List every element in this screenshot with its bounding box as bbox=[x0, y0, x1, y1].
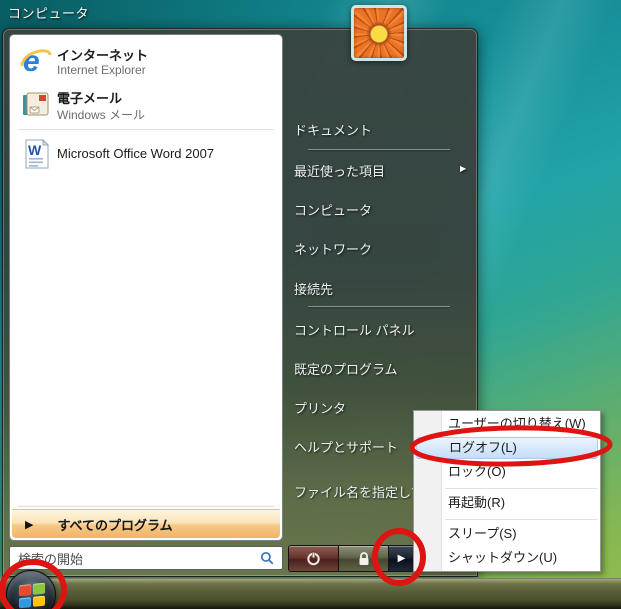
internet-explorer-icon: e bbox=[20, 44, 52, 76]
pinned-item-internet[interactable]: e インターネット Internet Explorer bbox=[10, 39, 282, 83]
expand-power-options-arrow-button[interactable]: ▶ bbox=[389, 545, 415, 572]
lock-button[interactable] bbox=[339, 545, 389, 572]
recent-item-word-2007[interactable]: W Microsoft Office Word 2007 bbox=[10, 135, 282, 175]
menu-item-label: シャットダウン(U) bbox=[448, 550, 557, 565]
start-menu-panel: e インターネット Internet Explorer 電子メール Window… bbox=[2, 28, 478, 577]
power-button[interactable] bbox=[288, 545, 339, 572]
menu-item-restart[interactable]: 再起動(R) bbox=[414, 492, 600, 514]
svg-text:e: e bbox=[23, 45, 40, 76]
all-programs-button[interactable]: ▶ すべてのプログラム bbox=[12, 509, 280, 538]
item-label: プリンタ bbox=[294, 401, 346, 416]
menu-item-label: ユーザーの切り替え(W) bbox=[448, 416, 586, 431]
start-menu-left-panel: e インターネット Internet Explorer 電子メール Window… bbox=[9, 34, 283, 541]
pinned-item-subtitle: Internet Explorer bbox=[57, 63, 146, 77]
pinned-item-title: インターネット bbox=[57, 45, 148, 64]
menu-item-log-off[interactable]: ログオフ(L) bbox=[416, 437, 598, 459]
windows-mail-icon bbox=[20, 87, 52, 119]
all-programs-arrow-icon: ▶ bbox=[25, 518, 33, 531]
left-panel-separator bbox=[18, 129, 274, 130]
pinned-item-subtitle: Windows メール bbox=[57, 106, 145, 123]
startmenu-item-computer[interactable]: コンピュータ bbox=[294, 200, 466, 218]
power-icon bbox=[305, 550, 322, 567]
pinned-item-email[interactable]: 電子メール Windows メール bbox=[10, 82, 282, 126]
item-label: ヘルプとサポート bbox=[294, 440, 398, 455]
item-label: ドキュメント bbox=[294, 123, 372, 138]
right-column-separator bbox=[308, 149, 450, 150]
item-label: 既定のプログラム bbox=[294, 362, 398, 377]
startmenu-item-default-programs[interactable]: 既定のプログラム bbox=[294, 359, 466, 377]
startmenu-item-recent-items[interactable]: 最近使った項目 ▶ bbox=[294, 161, 466, 179]
shutdown-options-menu: ユーザーの切り替え(W) ログオフ(L) ロック(O) 再起動(R) スリープ(… bbox=[413, 410, 601, 572]
item-label: コントロール パネル bbox=[294, 323, 415, 338]
menu-separator bbox=[445, 519, 597, 520]
all-programs-separator bbox=[18, 506, 274, 507]
menu-item-lock[interactable]: ロック(O) bbox=[414, 461, 600, 483]
right-column-separator bbox=[308, 306, 450, 307]
windows-flag-icon bbox=[19, 583, 45, 609]
desktop-icon-label-computer[interactable]: コンピュータ bbox=[8, 3, 89, 22]
startmenu-item-network[interactable]: ネットワーク bbox=[294, 239, 466, 257]
item-label: コンピュータ bbox=[294, 203, 372, 218]
item-label: 最近使った項目 bbox=[294, 164, 385, 179]
menu-item-label: ログオフ(L) bbox=[449, 440, 517, 455]
lock-icon bbox=[356, 551, 372, 567]
menu-separator bbox=[445, 488, 597, 489]
startmenu-item-documents[interactable]: ドキュメント bbox=[294, 120, 466, 138]
word-2007-icon: W bbox=[20, 138, 52, 170]
menu-item-label: スリープ(S) bbox=[448, 526, 517, 541]
menu-item-sleep[interactable]: スリープ(S) bbox=[414, 523, 600, 545]
user-picture-flower[interactable] bbox=[351, 5, 407, 61]
startmenu-item-connect-to[interactable]: 接続先 bbox=[294, 279, 466, 297]
search-placeholder: 検索の開始 bbox=[18, 549, 260, 568]
item-label: ネットワーク bbox=[294, 242, 372, 257]
right-arrow-icon: ▶ bbox=[398, 553, 406, 564]
screen: コンピュータ e インターネット Internet Explorer bbox=[0, 0, 621, 609]
item-label: ファイル名を指定して実行 bbox=[294, 485, 415, 500]
startmenu-item-run[interactable]: ファイル名を指定して実行 bbox=[294, 482, 415, 500]
pinned-item-title: 電子メール bbox=[57, 88, 122, 107]
startmenu-item-control-panel[interactable]: コントロール パネル bbox=[294, 320, 466, 338]
menu-item-shut-down[interactable]: シャットダウン(U) bbox=[414, 547, 600, 569]
all-programs-label: すべてのプログラム bbox=[57, 515, 172, 534]
recent-item-title: Microsoft Office Word 2007 bbox=[57, 146, 214, 161]
submenu-arrow-icon: ▶ bbox=[460, 164, 466, 173]
menu-item-switch-user[interactable]: ユーザーの切り替え(W) bbox=[414, 413, 600, 435]
menu-item-label: 再起動(R) bbox=[448, 495, 505, 510]
start-search-input[interactable]: 検索の開始 bbox=[9, 546, 283, 570]
taskbar[interactable] bbox=[0, 578, 621, 609]
menu-item-label: ロック(O) bbox=[448, 464, 506, 479]
search-icon bbox=[260, 551, 275, 566]
svg-text:W: W bbox=[28, 142, 42, 158]
item-label: 接続先 bbox=[294, 282, 333, 297]
